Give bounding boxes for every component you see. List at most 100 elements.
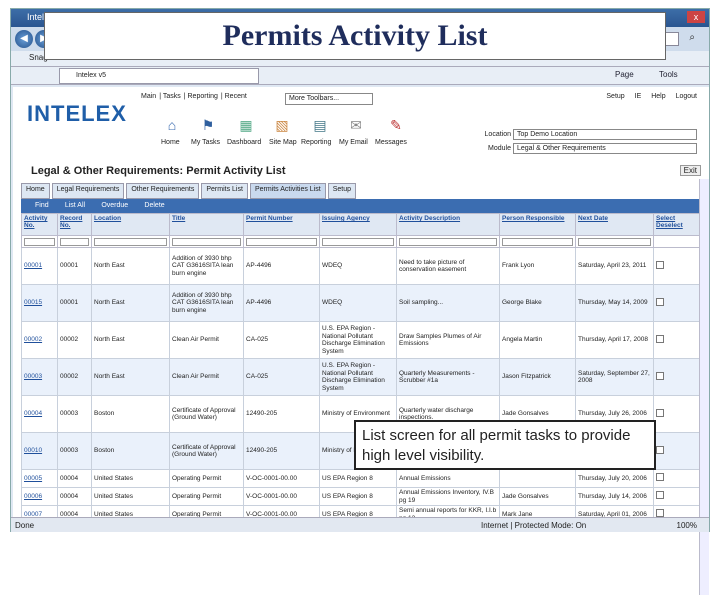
home-icon[interactable]: ⌂ bbox=[161, 117, 183, 133]
select-checkbox[interactable] bbox=[656, 445, 664, 454]
find-button[interactable]: Find bbox=[35, 202, 49, 209]
back-icon[interactable]: ◀ bbox=[15, 30, 33, 48]
description-cell: Draw Samples Plumes of Air Emissions bbox=[396, 321, 500, 359]
messages-icon[interactable]: ✎ bbox=[385, 117, 407, 134]
search-icon[interactable]: ⌕ bbox=[689, 32, 695, 43]
col-location[interactable]: Location bbox=[91, 213, 170, 236]
tab-permits-activities-list[interactable]: Permits Activities List bbox=[249, 183, 326, 199]
overdue-button[interactable]: Overdue bbox=[101, 202, 128, 209]
activity-link[interactable]: 00002 bbox=[24, 336, 42, 343]
logout-link[interactable]: Logout bbox=[676, 93, 697, 100]
activity-link[interactable]: 00005 bbox=[24, 475, 42, 482]
agency-cell: US EPA Region 8 bbox=[319, 469, 397, 488]
module-dashboard[interactable]: Dashboard bbox=[227, 139, 261, 146]
filter-input[interactable] bbox=[60, 237, 89, 246]
table-row: 00015 00001 North East Addition of 3930 … bbox=[21, 284, 702, 322]
email-icon[interactable]: ✉ bbox=[345, 117, 367, 134]
filter-input[interactable] bbox=[578, 237, 651, 246]
delete-button[interactable]: Delete bbox=[144, 202, 164, 209]
close-icon[interactable]: x bbox=[687, 11, 705, 23]
permit-number-cell: V-OC-0001-00.00 bbox=[243, 469, 320, 488]
module-my-tasks[interactable]: My Tasks bbox=[191, 139, 220, 146]
site-map-icon[interactable]: ▧ bbox=[271, 117, 293, 134]
filter-input[interactable] bbox=[24, 237, 55, 246]
col-issuing-agency[interactable]: Issuing Agency bbox=[319, 213, 397, 236]
filter-cell bbox=[499, 235, 576, 248]
permit-number-cell: CA-025 bbox=[243, 321, 320, 359]
activity-link[interactable]: 00004 bbox=[24, 410, 42, 417]
vertical-scrollbar[interactable] bbox=[699, 179, 709, 595]
filter-input[interactable] bbox=[94, 237, 167, 246]
dashboard-icon[interactable]: ▦ bbox=[235, 117, 257, 134]
activity-link[interactable]: 00001 bbox=[24, 262, 42, 269]
setup-link[interactable]: Setup bbox=[606, 93, 624, 100]
table-row: 00001 00001 North East Addition of 3930 … bbox=[21, 247, 702, 285]
location-cell: North East bbox=[91, 358, 170, 396]
location-label: Location bbox=[484, 131, 511, 138]
record-no-cell: 00001 bbox=[57, 247, 92, 285]
top-nav: Main | Tasks | Reporting | Recent bbox=[141, 93, 247, 100]
next-date-cell: Saturday, April 23, 2011 bbox=[575, 247, 654, 285]
module-select[interactable]: Legal & Other Requirements bbox=[513, 143, 697, 154]
col-activity-no[interactable]: Activity No. bbox=[21, 213, 58, 236]
exit-button[interactable]: Exit bbox=[679, 165, 701, 176]
help-link[interactable]: Help bbox=[651, 93, 665, 100]
module-site-map[interactable]: Site Map bbox=[269, 139, 297, 146]
record-no-cell: 00004 bbox=[57, 487, 92, 506]
module-home[interactable]: Home bbox=[161, 139, 180, 146]
browser-tab[interactable]: Intelex v5 bbox=[59, 68, 259, 84]
filter-input[interactable] bbox=[502, 237, 573, 246]
select-checkbox[interactable] bbox=[656, 334, 664, 343]
col-next-date[interactable]: Next Date bbox=[575, 213, 654, 236]
filter-input[interactable] bbox=[172, 237, 241, 246]
intelex-logo: INTELEX bbox=[27, 101, 127, 126]
filter-input[interactable] bbox=[322, 237, 394, 246]
col-title[interactable]: Title bbox=[169, 213, 244, 236]
col-record-no[interactable]: Record No. bbox=[57, 213, 92, 236]
select-checkbox[interactable] bbox=[656, 297, 664, 306]
select-checkbox[interactable] bbox=[656, 473, 664, 482]
select-checkbox[interactable] bbox=[656, 371, 664, 380]
col-person-responsible[interactable]: Person Responsible bbox=[499, 213, 576, 236]
filter-input[interactable] bbox=[399, 237, 497, 246]
toolbar-select[interactable]: More Toolbars... bbox=[285, 93, 373, 105]
list-all-button[interactable]: List All bbox=[65, 202, 85, 209]
next-date-cell: Saturday, September 27, 2008 bbox=[575, 358, 654, 396]
col-permit-number[interactable]: Permit Number bbox=[243, 213, 320, 236]
reporting-icon[interactable]: ▤ bbox=[309, 117, 331, 134]
nav-main[interactable]: Main bbox=[141, 93, 156, 100]
nav-reporting[interactable]: Reporting bbox=[188, 93, 218, 100]
col-activity-description[interactable]: Activity Description bbox=[396, 213, 500, 236]
activity-link[interactable]: 00003 bbox=[24, 373, 42, 380]
module-messages[interactable]: Messages bbox=[375, 139, 407, 146]
nav-recent[interactable]: Recent bbox=[225, 93, 247, 100]
zoom-level[interactable]: 100% bbox=[677, 521, 697, 530]
select-checkbox[interactable] bbox=[656, 260, 664, 269]
select-checkbox[interactable] bbox=[656, 491, 664, 500]
record-no-cell: 00003 bbox=[57, 432, 92, 470]
nav-tasks[interactable]: Tasks bbox=[163, 93, 181, 100]
tab-home[interactable]: Home bbox=[21, 183, 50, 199]
tasks-icon[interactable]: ⚑ bbox=[197, 117, 219, 134]
activity-link[interactable]: 00015 bbox=[24, 299, 42, 306]
location-select[interactable]: Top Demo Location bbox=[513, 129, 697, 140]
select-cell bbox=[653, 358, 702, 396]
tab-setup[interactable]: Setup bbox=[327, 183, 356, 199]
module-my-email[interactable]: My Email bbox=[339, 139, 368, 146]
filter-input[interactable] bbox=[246, 237, 317, 246]
tab-legal-requirements[interactable]: Legal Requirements bbox=[51, 183, 125, 199]
select-checkbox[interactable] bbox=[656, 408, 664, 417]
tab-other-requirements[interactable]: Other Requirements bbox=[126, 183, 200, 199]
module-reporting[interactable]: Reporting bbox=[301, 139, 331, 146]
tab-permits-list[interactable]: Permits List bbox=[201, 183, 248, 199]
page-menu[interactable]: Page bbox=[615, 70, 634, 79]
col-select[interactable]: Select Deselect bbox=[653, 213, 702, 236]
activity-link[interactable]: 00006 bbox=[24, 493, 42, 500]
tools-menu[interactable]: Tools bbox=[659, 70, 678, 79]
ie-link[interactable]: IE bbox=[635, 93, 642, 100]
agency-cell: U.S. EPA Region - National Pollutant Dis… bbox=[319, 321, 397, 359]
permit-number-cell: AP-4496 bbox=[243, 284, 320, 322]
header-row: Activity No. Record No. Location Title P… bbox=[21, 213, 702, 236]
table-row: 00005 00004 United States Operating Perm… bbox=[21, 469, 702, 488]
activity-link[interactable]: 00010 bbox=[24, 447, 42, 454]
